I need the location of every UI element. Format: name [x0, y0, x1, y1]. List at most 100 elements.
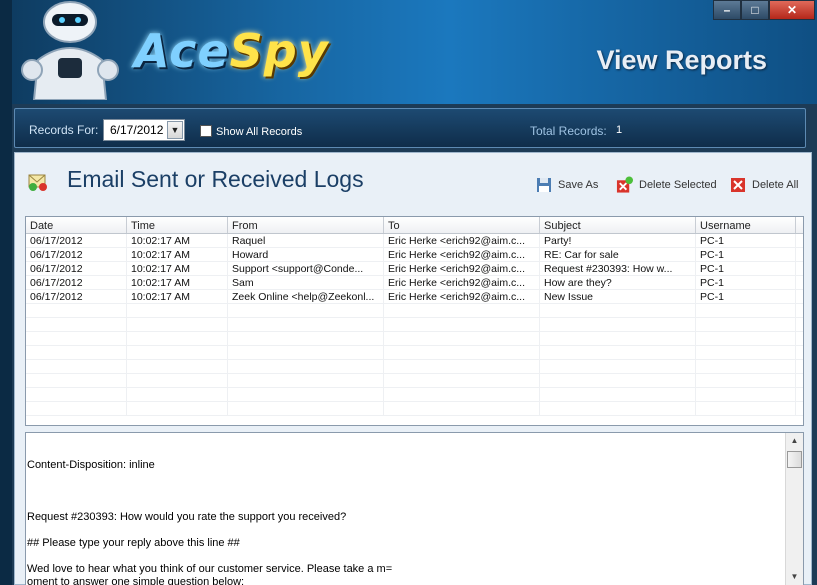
cell-to: Eric Herke <erich92@aim.c...: [384, 276, 540, 289]
cell-subject: Request #230393: How w...: [540, 262, 696, 275]
cell-username: PC-1: [696, 276, 796, 289]
message-line: [27, 485, 785, 498]
table-row[interactable]: 06/17/2012 10:02:17 AM Raquel Eric Herke…: [26, 234, 803, 248]
email-log-table: Date Time From To Subject Username 06/17…: [25, 216, 804, 426]
delete-selected-button[interactable]: Delete Selected: [616, 176, 717, 193]
delete-all-label: Delete All: [752, 178, 799, 191]
delete-all-button[interactable]: Delete All: [729, 176, 798, 193]
delete-selected-label: Delete Selected: [639, 178, 717, 191]
message-body-text: Content-Disposition: inline Request #230…: [27, 433, 785, 585]
cell-date: 06/17/2012: [26, 262, 127, 275]
table-row[interactable]: 06/17/2012 10:02:17 AM Howard Eric Herke…: [26, 248, 803, 262]
date-picker[interactable]: 6/17/2012 ▼: [103, 119, 185, 141]
table-row-empty: [26, 388, 803, 402]
table-row-empty: [26, 360, 803, 374]
message-line: [27, 550, 785, 563]
table-row[interactable]: 06/17/2012 10:02:17 AM Sam Eric Herke <e…: [26, 276, 803, 290]
delete-selected-icon: [616, 176, 633, 193]
message-line: oment to answer one simple question belo…: [27, 576, 245, 585]
cell-username: PC-1: [696, 248, 796, 261]
message-line: Wed love to hear what you think of our c…: [27, 563, 393, 575]
table-header: Date Time From To Subject Username: [26, 217, 803, 234]
cell-date: 06/17/2012: [26, 290, 127, 303]
cell-username: PC-1: [696, 234, 796, 247]
records-for-label: Records For:: [29, 123, 99, 137]
table-row[interactable]: 06/17/2012 10:02:17 AM Support <support@…: [26, 262, 803, 276]
table-row-empty: [26, 346, 803, 360]
close-button[interactable]: ✕: [769, 0, 815, 20]
cell-username: PC-1: [696, 262, 796, 275]
date-value: 6/17/2012: [110, 123, 164, 137]
column-header-from[interactable]: From: [228, 217, 384, 233]
cell-subject: How are they?: [540, 276, 696, 289]
app-header: AceSpy View Reports – □ ✕: [0, 0, 817, 104]
window-controls: – □ ✕: [713, 0, 815, 20]
cell-from: Howard: [228, 248, 384, 261]
cell-subject: New Issue: [540, 290, 696, 303]
cell-time: 10:02:17 AM: [127, 234, 228, 247]
minimize-button[interactable]: –: [713, 0, 741, 20]
cell-from: Zeek Online <help@Zeekonl...: [228, 290, 384, 303]
cell-time: 10:02:17 AM: [127, 276, 228, 289]
table-row-empty: [26, 374, 803, 388]
message-line: [27, 498, 785, 511]
panel-title: Email Sent or Received Logs: [67, 166, 364, 192]
message-body-pane[interactable]: Content-Disposition: inline Request #230…: [25, 432, 804, 585]
chevron-down-icon[interactable]: ▼: [167, 121, 183, 139]
scroll-thumb[interactable]: [787, 451, 802, 468]
total-records-value: 1: [616, 124, 623, 136]
vertical-scrollbar[interactable]: ▲ ▼: [785, 433, 803, 585]
cell-from: Support <support@Conde...: [228, 262, 384, 275]
table-row[interactable]: 06/17/2012 10:02:17 AM Zeek Online <help…: [26, 290, 803, 304]
message-line: [27, 446, 785, 459]
column-header-date[interactable]: Date: [26, 217, 127, 233]
maximize-button[interactable]: □: [741, 0, 769, 20]
table-row-empty: [26, 318, 803, 332]
cell-subject: Party!: [540, 234, 696, 247]
message-line: [27, 472, 785, 485]
page-title: View Reports: [596, 45, 767, 75]
delete-icon: [729, 176, 746, 193]
save-as-button[interactable]: Save As: [535, 176, 598, 193]
cell-time: 10:02:17 AM: [127, 290, 228, 303]
cell-subject: RE: Car for sale: [540, 248, 696, 261]
cell-to: Eric Herke <erich92@aim.c...: [384, 234, 540, 247]
table-row-empty: [26, 402, 803, 416]
report-panel: Email Sent or Received Logs Save As Dele…: [14, 152, 812, 585]
show-all-label[interactable]: Show All Records: [216, 126, 302, 138]
table-row-empty: [26, 304, 803, 318]
message-line: [27, 433, 785, 446]
show-all-checkbox[interactable]: [200, 125, 212, 137]
logo-spy-text: Spy: [229, 24, 329, 78]
cell-date: 06/17/2012: [26, 234, 127, 247]
cell-to: Eric Herke <erich92@aim.c...: [384, 248, 540, 261]
total-records-label: Total Records:: [530, 124, 607, 138]
scroll-up-icon[interactable]: ▲: [786, 433, 803, 449]
save-as-label: Save As: [558, 178, 599, 191]
cell-from: Sam: [228, 276, 384, 289]
column-header-time[interactable]: Time: [127, 217, 228, 233]
message-line: Content-Disposition: inline: [27, 459, 155, 471]
logo-ace-text: Ace: [134, 24, 230, 78]
window-left-edge: [0, 0, 12, 585]
robot-mascot-icon: [21, 1, 119, 100]
message-line: [27, 524, 785, 537]
cell-to: Eric Herke <erich92@aim.c...: [384, 262, 540, 275]
cell-time: 10:02:17 AM: [127, 248, 228, 261]
message-line: ## Please type your reply above this lin…: [27, 537, 240, 549]
acespy-logo: AceSpy: [134, 24, 329, 78]
floppy-disk-icon: [535, 176, 552, 193]
cell-date: 06/17/2012: [26, 276, 127, 289]
column-header-to[interactable]: To: [384, 217, 540, 233]
table-row-empty: [26, 332, 803, 346]
scroll-down-icon[interactable]: ▼: [786, 569, 803, 585]
cell-date: 06/17/2012: [26, 248, 127, 261]
filter-bar: Records For: 6/17/2012 ▼ Show All Record…: [14, 108, 806, 148]
email-log-icon: [28, 174, 47, 191]
column-header-username[interactable]: Username: [696, 217, 796, 233]
column-header-subject[interactable]: Subject: [540, 217, 696, 233]
message-line: Request #230393: How would you rate the …: [27, 511, 347, 523]
cell-time: 10:02:17 AM: [127, 262, 228, 275]
cell-username: PC-1: [696, 290, 796, 303]
cell-to: Eric Herke <erich92@aim.c...: [384, 290, 540, 303]
